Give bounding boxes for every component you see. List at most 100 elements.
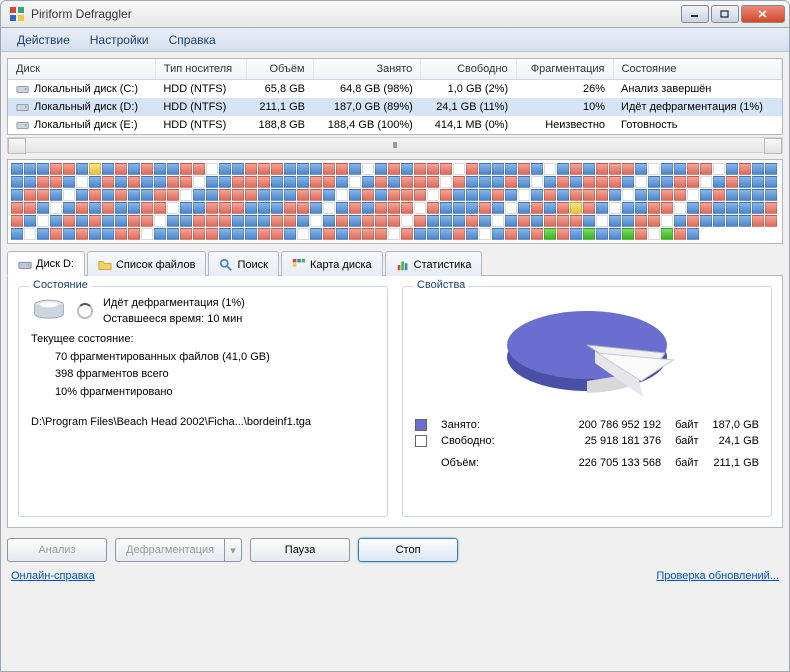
map-cell[interactable]: [700, 176, 712, 188]
map-cell[interactable]: [232, 176, 244, 188]
map-cell[interactable]: [726, 176, 738, 188]
map-cell[interactable]: [89, 202, 101, 214]
map-cell[interactable]: [154, 189, 166, 201]
map-cell[interactable]: [349, 189, 361, 201]
map-cell[interactable]: [700, 189, 712, 201]
map-cell[interactable]: [596, 163, 608, 175]
map-cell[interactable]: [544, 176, 556, 188]
map-cell[interactable]: [453, 228, 465, 240]
map-cell[interactable]: [648, 176, 660, 188]
map-cell[interactable]: [11, 189, 23, 201]
map-cell[interactable]: [323, 176, 335, 188]
map-cell[interactable]: [115, 189, 127, 201]
map-cell[interactable]: [765, 176, 777, 188]
map-cell[interactable]: [492, 176, 504, 188]
map-cell[interactable]: [323, 202, 335, 214]
map-cell[interactable]: [349, 176, 361, 188]
map-cell[interactable]: [115, 228, 127, 240]
map-cell[interactable]: [362, 189, 374, 201]
map-cell[interactable]: [635, 215, 647, 227]
map-cell[interactable]: [492, 189, 504, 201]
map-cell[interactable]: [739, 202, 751, 214]
map-cell[interactable]: [661, 202, 673, 214]
col-used[interactable]: Занято: [313, 59, 421, 80]
map-cell[interactable]: [193, 202, 205, 214]
map-cell[interactable]: [518, 189, 530, 201]
map-cell[interactable]: [388, 228, 400, 240]
map-cell[interactable]: [297, 189, 309, 201]
map-cell[interactable]: [635, 202, 647, 214]
map-cell[interactable]: [492, 202, 504, 214]
map-cell[interactable]: [297, 202, 309, 214]
map-cell[interactable]: [414, 228, 426, 240]
map-cell[interactable]: [713, 202, 725, 214]
defrag-dropdown-button[interactable]: ▾: [224, 538, 242, 562]
map-cell[interactable]: [492, 215, 504, 227]
map-cell[interactable]: [687, 202, 699, 214]
map-cell[interactable]: [154, 202, 166, 214]
map-cell[interactable]: [544, 189, 556, 201]
map-cell[interactable]: [141, 189, 153, 201]
map-cell[interactable]: [466, 215, 478, 227]
map-cell[interactable]: [128, 189, 140, 201]
map-cell[interactable]: [453, 189, 465, 201]
tab-statistics[interactable]: Статистика: [385, 251, 483, 276]
map-cell[interactable]: [570, 189, 582, 201]
map-cell[interactable]: [765, 202, 777, 214]
map-cell[interactable]: [76, 163, 88, 175]
map-cell[interactable]: [271, 202, 283, 214]
map-cell[interactable]: [141, 163, 153, 175]
map-cell[interactable]: [115, 202, 127, 214]
map-cell[interactable]: [622, 163, 634, 175]
map-cell[interactable]: [232, 202, 244, 214]
map-cell[interactable]: [310, 189, 322, 201]
map-cell[interactable]: [544, 228, 556, 240]
map-cell[interactable]: [167, 189, 179, 201]
map-cell[interactable]: [284, 176, 296, 188]
map-cell[interactable]: [427, 215, 439, 227]
map-cell[interactable]: [245, 202, 257, 214]
map-cell[interactable]: [180, 189, 192, 201]
map-cell[interactable]: [24, 163, 36, 175]
map-cell[interactable]: [375, 189, 387, 201]
map-cell[interactable]: [752, 163, 764, 175]
menu-help[interactable]: Справка: [159, 30, 226, 50]
map-cell[interactable]: [89, 176, 101, 188]
map-cell[interactable]: [427, 176, 439, 188]
map-cell[interactable]: [271, 163, 283, 175]
map-cell[interactable]: [50, 163, 62, 175]
map-cell[interactable]: [505, 176, 517, 188]
map-cell[interactable]: [531, 189, 543, 201]
map-cell[interactable]: [479, 176, 491, 188]
map-cell[interactable]: [518, 202, 530, 214]
map-cell[interactable]: [479, 215, 491, 227]
map-cell[interactable]: [375, 163, 387, 175]
map-cell[interactable]: [401, 176, 413, 188]
map-cell[interactable]: [37, 176, 49, 188]
map-cell[interactable]: [505, 228, 517, 240]
map-cell[interactable]: [63, 202, 75, 214]
map-cell[interactable]: [570, 202, 582, 214]
map-cell[interactable]: [557, 202, 569, 214]
menu-action[interactable]: Действие: [7, 30, 80, 50]
map-cell[interactable]: [271, 215, 283, 227]
map-cell[interactable]: [232, 228, 244, 240]
map-cell[interactable]: [141, 228, 153, 240]
map-cell[interactable]: [466, 189, 478, 201]
map-cell[interactable]: [609, 176, 621, 188]
map-cell[interactable]: [687, 163, 699, 175]
map-cell[interactable]: [37, 228, 49, 240]
map-cell[interactable]: [531, 228, 543, 240]
map-cell[interactable]: [622, 189, 634, 201]
map-cell[interactable]: [609, 202, 621, 214]
map-cell[interactable]: [63, 163, 75, 175]
map-cell[interactable]: [76, 228, 88, 240]
drive-map[interactable]: [7, 159, 783, 244]
map-cell[interactable]: [661, 215, 673, 227]
map-cell[interactable]: [505, 163, 517, 175]
map-cell[interactable]: [388, 176, 400, 188]
map-cell[interactable]: [609, 228, 621, 240]
tab-disk[interactable]: Диск D:: [7, 251, 85, 276]
col-free[interactable]: Свободно: [421, 59, 516, 80]
map-cell[interactable]: [102, 189, 114, 201]
